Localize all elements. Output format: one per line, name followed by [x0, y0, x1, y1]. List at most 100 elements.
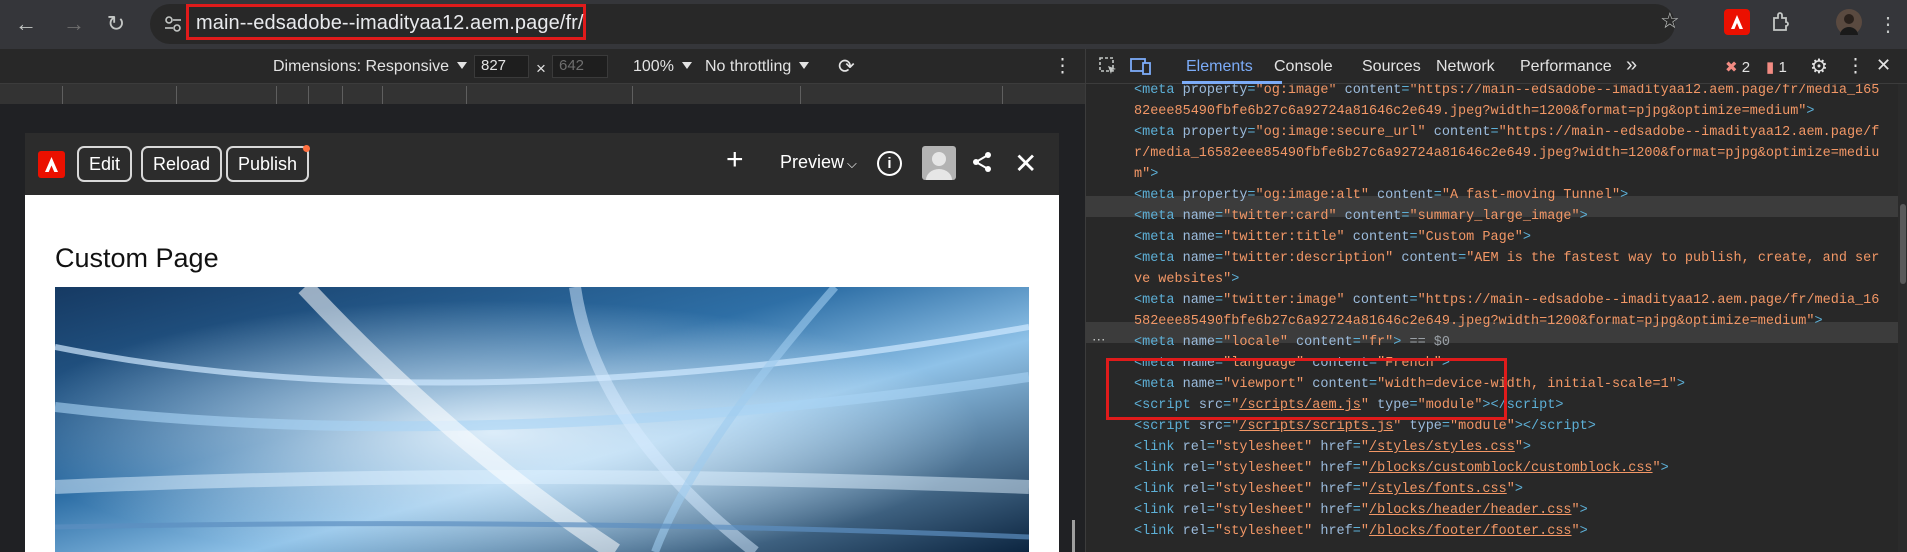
aem-sidekick: Edit Reload Publish + Preview ⌵ i ✕	[25, 133, 1059, 195]
warning-count-label: 1	[1778, 59, 1787, 76]
error-count[interactable]: ✖ 2	[1725, 58, 1750, 76]
rendered-page: Edit Reload Publish + Preview ⌵ i ✕ Custo…	[25, 133, 1059, 552]
elements-scrollbar[interactable]	[1898, 84, 1907, 552]
dom-line[interactable]: <meta name="twitter:image" content="http…	[1134, 290, 1879, 311]
dom-line[interactable]: <link rel="stylesheet" href="/blocks/foo…	[1134, 521, 1588, 542]
dimensions-label: Dimensions: Responsive	[273, 58, 450, 75]
share-icon[interactable]	[971, 151, 993, 178]
ruler-tick	[176, 86, 177, 104]
ruler-tick	[466, 86, 467, 104]
selected-node-marker: == $0	[1409, 335, 1450, 350]
dom-line[interactable]: <meta name="twitter:description" content…	[1134, 248, 1879, 269]
error-count-label: 2	[1741, 59, 1751, 76]
devtools-panel: Elements Console Sources Network Perform…	[1085, 49, 1907, 552]
media-query-ruler	[0, 84, 1085, 104]
times-sign: ×	[536, 59, 546, 78]
device-toggle-icon[interactable]	[1130, 56, 1152, 81]
forward-button[interactable]: →	[58, 8, 90, 40]
close-devtools-icon[interactable]: ✕	[1876, 55, 1891, 76]
publish-button[interactable]: Publish	[226, 145, 311, 182]
dom-line[interactable]: <meta name="twitter:card" content="summa…	[1134, 206, 1588, 227]
preview-dropdown[interactable]: Preview ⌵	[780, 152, 857, 173]
height-input[interactable]: 642	[552, 55, 608, 78]
viewport-resize-handle[interactable]	[1072, 520, 1075, 552]
reload-page-button[interactable]: Reload	[141, 146, 223, 182]
page-title: Custom Page	[55, 243, 219, 273]
bookmark-star-icon[interactable]: ☆	[1660, 8, 1680, 34]
ellipsis-icon[interactable]: ⋯	[1092, 331, 1106, 352]
browser-menu-icon[interactable]: ⋮	[1872, 8, 1904, 40]
dom-line[interactable]: <link rel="stylesheet" href="/styles/sty…	[1134, 437, 1531, 458]
rotate-icon[interactable]: ⟳	[838, 54, 855, 79]
user-avatar[interactable]	[922, 146, 956, 180]
tab-performance[interactable]: Performance	[1520, 58, 1612, 76]
chevron-down-icon	[799, 62, 810, 69]
add-icon[interactable]: +	[726, 143, 744, 177]
dom-line: ve websites">	[1134, 272, 1240, 287]
dom-line: 582eee85490fbfe6b27c6a92724a81646c2e649.…	[1134, 314, 1823, 329]
close-icon[interactable]: ✕	[1014, 147, 1037, 180]
tab-sources[interactable]: Sources	[1362, 58, 1421, 76]
dom-line[interactable]: <meta property="og:image:secure_url" con…	[1134, 122, 1879, 143]
ruler-tick	[1002, 86, 1003, 104]
ruler-tick	[382, 86, 383, 104]
preview-label: Preview	[780, 152, 845, 172]
ruler-tick	[632, 86, 633, 104]
dom-line[interactable]: <meta name="twitter:title" content="Cust…	[1134, 227, 1531, 248]
chevron-down-icon	[681, 62, 692, 69]
dom-line: r/media_16582eee85490fbfe6b27c6a92724a81…	[1134, 146, 1880, 161]
tab-network[interactable]: Network	[1436, 58, 1495, 76]
adobe-logo[interactable]	[38, 151, 65, 178]
throttling-label: No throttling	[705, 58, 792, 75]
back-button[interactable]: ←	[10, 8, 42, 40]
elements-tree: <meta property="og:image" content="https…	[1086, 84, 1907, 552]
ruler-tick	[800, 86, 801, 104]
dom-line[interactable]: <link rel="stylesheet" href="/blocks/hea…	[1134, 500, 1588, 521]
dom-line[interactable]: <meta property="og:image" content="https…	[1134, 84, 1879, 101]
info-icon[interactable]: i	[877, 151, 902, 176]
ruler-tick	[276, 86, 277, 104]
dom-line: m">	[1134, 167, 1159, 182]
device-toolbar: Dimensions: Responsive 827 × 642 100% No…	[0, 49, 1085, 84]
publish-label: Publish	[238, 154, 298, 174]
url-text[interactable]: main--edsadobe--imadityaa12.aem.page/fr/	[196, 12, 584, 35]
zoom-dropdown[interactable]: 100%	[633, 58, 692, 76]
meta-highlight-box	[1106, 358, 1507, 420]
edit-button[interactable]: Edit	[77, 146, 133, 182]
devtools-tab-bar: Elements Console Sources Network Perform…	[1086, 49, 1907, 84]
chevron-down-icon	[457, 62, 468, 69]
dom-line: 82eee85490fbfe6b27c6a92724a81646c2e649.j…	[1134, 104, 1815, 119]
dimensions-dropdown[interactable]: Dimensions: Responsive	[273, 58, 468, 76]
error-icon: ✖	[1725, 59, 1738, 76]
browser-toolbar: ← → ↻ main--edsadobe--imadityaa12.aem.pa…	[0, 0, 1907, 49]
throttling-dropdown[interactable]: No throttling	[705, 58, 810, 76]
warning-count[interactable]: ▮ 1	[1766, 58, 1787, 76]
settings-gear-icon[interactable]: ⚙	[1810, 54, 1828, 79]
devtools-menu-icon[interactable]: ⋮	[1846, 55, 1865, 78]
issue-icon: ▮	[1766, 59, 1775, 76]
more-options-icon[interactable]: ⋮	[1053, 55, 1072, 78]
adobe-extension-icon[interactable]	[1724, 9, 1750, 35]
width-input[interactable]: 827	[474, 55, 529, 78]
scrollbar-thumb[interactable]	[1900, 204, 1906, 284]
ruler-tick	[308, 86, 309, 104]
more-tabs-icon[interactable]: »	[1626, 54, 1637, 77]
dom-line[interactable]: <meta property="og:image:alt" content="A…	[1134, 185, 1628, 206]
dom-line-selected[interactable]: <meta name="locale" content="fr"> == $0	[1134, 332, 1450, 353]
ruler-tick	[62, 86, 63, 104]
profile-avatar[interactable]	[1836, 9, 1862, 35]
dom-line[interactable]: <link rel="stylesheet" href="/blocks/cus…	[1134, 458, 1669, 479]
hero-image	[55, 287, 1029, 552]
publish-status-dot	[303, 145, 311, 152]
extensions-puzzle-icon[interactable]	[1768, 9, 1794, 35]
address-bar[interactable]: main--edsadobe--imadityaa12.aem.page/fr/	[150, 4, 1675, 44]
chevron-down-icon: ⌵	[847, 156, 857, 171]
tab-console[interactable]: Console	[1274, 58, 1333, 76]
tab-elements[interactable]: Elements	[1186, 58, 1253, 76]
dom-line[interactable]: <link rel="stylesheet" href="/styles/fon…	[1134, 479, 1523, 500]
inspect-element-icon[interactable]	[1098, 56, 1118, 81]
reload-button[interactable]: ↻	[100, 8, 132, 40]
site-info-icon[interactable]	[164, 15, 182, 33]
zoom-label: 100%	[633, 58, 674, 75]
ruler-tick	[342, 86, 343, 104]
